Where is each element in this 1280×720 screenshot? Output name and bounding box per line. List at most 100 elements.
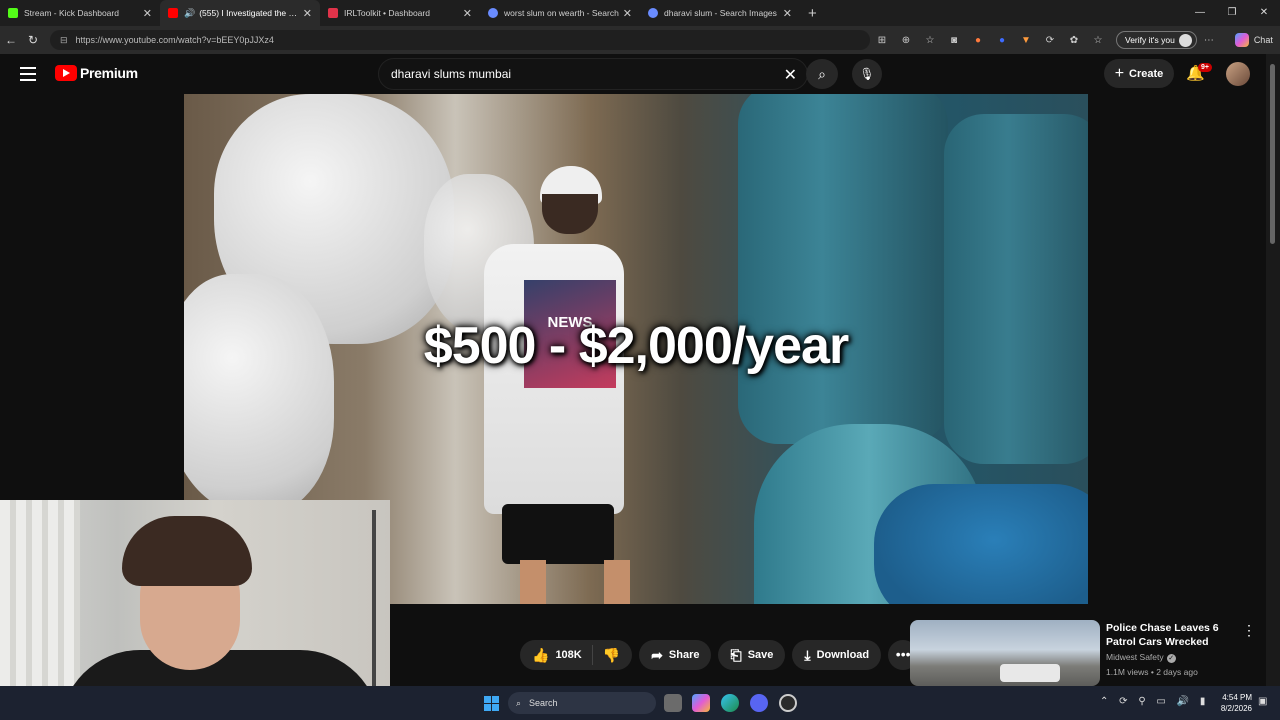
- search-query: dharavi slums mumbai: [391, 67, 512, 81]
- upload-age: 2 days ago: [1156, 667, 1198, 677]
- clock-date: 8/2/2026: [1220, 704, 1252, 713]
- reload-icon[interactable]: ↻: [22, 33, 44, 47]
- more-menu-icon[interactable]: ⋯: [1197, 35, 1221, 46]
- address-bar-row: ← ↻ ⊟ https://www.youtube.com/watch?v=bE…: [0, 26, 1280, 54]
- tab-title: Stream - Kick Dashboard: [24, 8, 119, 18]
- menu-hamburger-icon[interactable]: [20, 67, 36, 85]
- logo-text: Premium: [80, 65, 138, 81]
- close-tab-icon[interactable]: ✕: [143, 7, 152, 20]
- system-tray-icons[interactable]: ⌃ ⟳ ⚲ ▭ 🔊 ▮: [1100, 696, 1209, 707]
- taskbar-search[interactable]: ⌕ Search: [508, 692, 656, 714]
- search-button[interactable]: ⌕: [806, 59, 838, 89]
- like-button[interactable]: 👍 108K: [520, 645, 593, 665]
- view-count: 1.1M views: [1106, 667, 1149, 677]
- address-bar[interactable]: ⊟ https://www.youtube.com/watch?v=bEEY0p…: [50, 30, 870, 50]
- person-leg-image: [520, 560, 546, 604]
- file-explorer-icon[interactable]: [664, 694, 682, 712]
- copilot-chat-button[interactable]: Chat: [1234, 33, 1273, 47]
- close-tab-icon[interactable]: ✕: [623, 7, 632, 20]
- youtube-header: Premium dharavi slums mumbai ✕ ⌕ 🎙 + Cre…: [0, 54, 1266, 94]
- scrollbar-thumb[interactable]: [1270, 64, 1275, 244]
- extension-icon[interactable]: ●: [990, 35, 1014, 46]
- tab-title: (555) I Investigated the World's: [199, 8, 299, 18]
- extensions-puzzle-icon[interactable]: ✿: [1062, 35, 1086, 46]
- new-tab-button[interactable]: +: [808, 5, 817, 22]
- download-icon: ⤓: [804, 646, 811, 663]
- install-app-icon[interactable]: ⊞: [870, 35, 894, 46]
- person-leg-image: [604, 560, 630, 604]
- chat-label: Chat: [1253, 35, 1273, 45]
- thumbs-down-icon: 👎: [602, 646, 621, 663]
- verify-profile-button[interactable]: Verify it's you: [1116, 31, 1197, 49]
- dislike-button[interactable]: 👎: [593, 647, 632, 664]
- share-button[interactable]: ➦ Share: [639, 640, 712, 670]
- search-input[interactable]: dharavi slums mumbai ✕: [378, 58, 808, 90]
- extension-icon[interactable]: ▼: [1014, 35, 1038, 46]
- channel-name: Midwest Safety: [1106, 652, 1164, 662]
- close-window-icon[interactable]: ✕: [1248, 0, 1280, 26]
- save-button[interactable]: ⎗ Save: [718, 640, 786, 670]
- video-caption: $500 - $2,000/year: [423, 317, 849, 375]
- browser-tab[interactable]: IRLToolkit • Dashboard ✕: [320, 0, 480, 26]
- extension-icon[interactable]: ●: [966, 35, 990, 46]
- kick-favicon-icon: [8, 8, 18, 18]
- plus-icon: +: [1114, 64, 1125, 82]
- streamer-hair-image: [122, 516, 252, 586]
- taskbar-clock[interactable]: 4:54 PM 8/2/2026: [1212, 692, 1252, 714]
- download-button[interactable]: ⤓ Download: [792, 640, 882, 670]
- recommended-video-title[interactable]: Police Chase Leaves 6 Patrol Cars Wrecke…: [1106, 621, 1236, 649]
- youtube-favicon-icon: [168, 8, 178, 18]
- notification-center-icon[interactable]: ▣: [1258, 696, 1267, 707]
- extension-shield-icon[interactable]: ◙: [942, 35, 966, 46]
- windows-start-icon[interactable]: [484, 696, 499, 711]
- bookmark-icon: ⎗: [730, 646, 742, 663]
- favorite-star-icon[interactable]: ☆: [918, 35, 942, 46]
- favorites-icon[interactable]: ☆: [1086, 35, 1110, 46]
- barrel-image: [738, 94, 948, 444]
- tab-title: worst slum on wearth - Search: [504, 8, 619, 18]
- more-horizontal-icon: •••: [895, 646, 911, 662]
- microphone-icon: 🎙: [859, 67, 875, 81]
- download-label: Download: [816, 649, 870, 661]
- windows-taskbar: ⌕ Search ⌃ ⟳ ⚲ ▭ 🔊 ▮ 4:54 PM 8/2/2026 ▣: [0, 686, 1280, 720]
- recommended-channel[interactable]: Midwest Safety ✓: [1106, 652, 1176, 663]
- create-button[interactable]: + Create: [1104, 59, 1174, 88]
- verified-icon: ✓: [1166, 654, 1176, 663]
- minimize-icon[interactable]: —: [1184, 0, 1216, 26]
- zoom-icon[interactable]: ⊕: [894, 35, 918, 46]
- voice-search-button[interactable]: 🎙: [852, 59, 882, 89]
- search-favicon-icon: [648, 8, 658, 18]
- recommended-menu-icon[interactable]: ⋮: [1242, 622, 1256, 639]
- browser-tab[interactable]: Stream - Kick Dashboard ✕: [0, 0, 160, 26]
- browser-tab[interactable]: dharavi slum - Search Images ✕: [640, 0, 800, 26]
- browser-tab-active[interactable]: 🔊 (555) I Investigated the World's ✕: [160, 0, 320, 26]
- refresh-extension-icon[interactable]: ⟳: [1038, 35, 1062, 46]
- browser-tab[interactable]: worst slum on wearth - Search ✕: [480, 0, 640, 26]
- search-icon: ⌕: [818, 66, 826, 82]
- video-actions: 👍 108K 👎 ➦ Share ⎗ Save ⤓ Download •••: [520, 640, 919, 670]
- share-label: Share: [668, 649, 700, 661]
- discord-icon[interactable]: [750, 694, 768, 712]
- copilot-icon[interactable]: [692, 694, 710, 712]
- speaker-icon[interactable]: 🔊: [184, 8, 195, 19]
- sack-image: [184, 274, 334, 514]
- browser-tab-strip: Stream - Kick Dashboard ✕ 🔊 (555) I Inve…: [0, 0, 1280, 26]
- recommended-video-thumbnail[interactable]: [910, 620, 1100, 686]
- account-avatar[interactable]: [1226, 62, 1250, 86]
- create-label: Create: [1129, 67, 1164, 80]
- obs-icon[interactable]: [779, 694, 797, 712]
- close-tab-icon[interactable]: ✕: [303, 7, 312, 20]
- back-arrow-icon[interactable]: ←: [0, 33, 22, 47]
- site-info-icon[interactable]: ⊟: [60, 35, 68, 46]
- clock-time: 4:54 PM: [1222, 693, 1252, 702]
- close-tab-icon[interactable]: ✕: [463, 7, 472, 20]
- restore-icon[interactable]: ❐: [1216, 0, 1248, 26]
- verify-label: Verify it's you: [1125, 35, 1175, 45]
- close-tab-icon[interactable]: ✕: [783, 7, 792, 20]
- youtube-premium-logo[interactable]: Premium: [55, 65, 138, 81]
- tab-title: dharavi slum - Search Images: [664, 8, 777, 18]
- page-scrollbar[interactable]: [1266, 54, 1280, 686]
- clear-search-icon[interactable]: ✕: [784, 65, 797, 85]
- barrel-image: [874, 484, 1088, 604]
- edge-browser-icon[interactable]: [721, 694, 739, 712]
